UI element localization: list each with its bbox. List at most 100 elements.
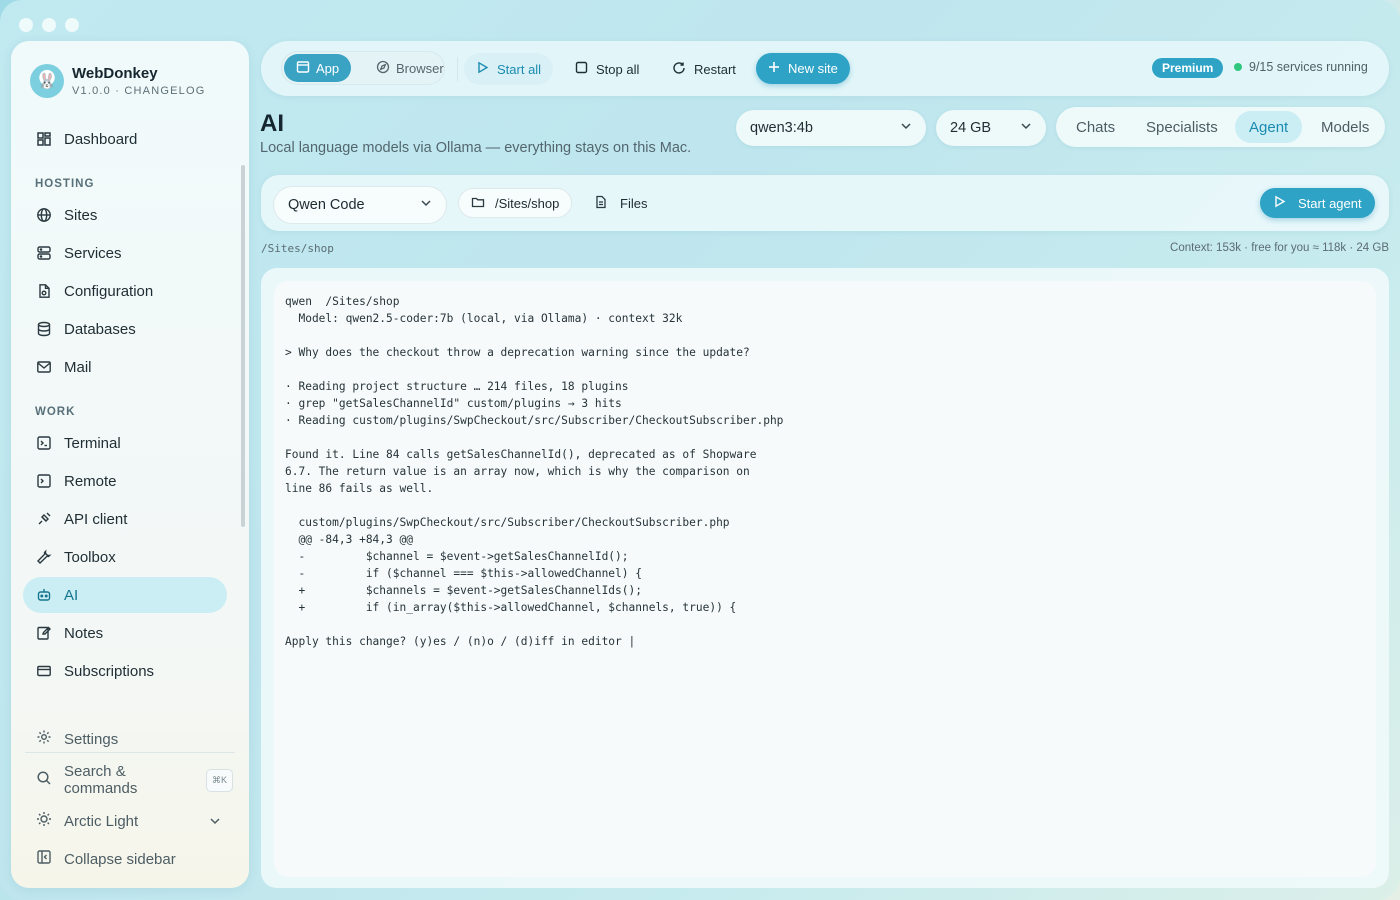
tab-agent[interactable]: Agent	[1235, 111, 1303, 143]
server-icon	[36, 245, 52, 261]
settings-label: Settings	[64, 730, 119, 748]
sidebar-item-dashboard[interactable]: Dashboard	[23, 121, 227, 157]
agent-toolbar: Qwen Code /Sites/shop Files Start agent	[261, 175, 1389, 231]
start-all-label: Start all	[497, 61, 542, 77]
search-commands-label: Search & commands	[64, 763, 138, 797]
section-work: WORK	[35, 406, 76, 418]
restart-label: Restart	[694, 61, 736, 77]
refresh-icon	[672, 61, 686, 78]
toolbar: App Browser Start all Stop all Restart N…	[261, 41, 1389, 96]
terminal-line: · Reading custom/plugins/SwpCheckout/src…	[285, 414, 784, 427]
terminal-line: @@ -84,3 +84,3 @@	[285, 533, 413, 546]
chevron-down-icon	[1020, 120, 1032, 136]
terminal-line: - $channel = $event->getSalesChannelId()…	[285, 550, 629, 563]
sidebar-item-label: Sites	[64, 206, 98, 224]
window-icon	[296, 60, 310, 77]
restart-button[interactable]: Restart	[660, 53, 748, 85]
memory-select[interactable]: 24 GB	[936, 110, 1046, 146]
file-icon	[594, 195, 608, 212]
robot-icon	[36, 587, 52, 603]
sidebar-item-configuration[interactable]: Configuration	[23, 273, 227, 309]
chevron-down-icon	[900, 120, 912, 136]
start-all-button[interactable]: Start all	[464, 53, 554, 85]
dashboard-icon	[36, 131, 52, 147]
sidebar-item-ai[interactable]: AI	[23, 577, 227, 613]
app-view-button[interactable]: App	[284, 54, 352, 82]
terminal-line: custom/plugins/SwpCheckout/src/Subscribe…	[285, 516, 730, 529]
tab-chats[interactable]: Chats	[1062, 111, 1129, 143]
collapse-sidebar-button[interactable]: Collapse sidebar	[23, 842, 233, 876]
start-agent-label: Start agent	[1298, 195, 1362, 211]
terminal-line: - if ($channel === $this->allowedChannel…	[285, 567, 642, 580]
agent-terminal[interactable]: qwen /Sites/shop Model: qwen2.5-coder:7b…	[274, 281, 1376, 877]
new-site-button[interactable]: New site	[756, 53, 850, 84]
sidebar-item-notes[interactable]: Notes	[23, 615, 227, 651]
terminal-icon	[36, 435, 52, 451]
sun-icon	[36, 811, 52, 831]
sidebar-item-label: Databases	[64, 320, 136, 338]
notes-icon	[36, 625, 52, 641]
search-commands-button[interactable]: Search & commands ⌘K	[23, 763, 233, 797]
sidebar: 🐰 WebDonkey V1.0.0 · CHANGELOG Dashboard…	[11, 41, 249, 888]
browser-view-label: Browser	[396, 60, 444, 76]
sidebar-item-api-client[interactable]: API client	[23, 501, 227, 537]
memory-select-value: 24 GB	[950, 120, 992, 136]
stop-all-button[interactable]: Stop all	[563, 53, 651, 85]
database-icon	[36, 321, 52, 337]
context-info: Context: 153k · free for you ≈ 118k · 24…	[1170, 242, 1389, 254]
sidebar-item-label: Dashboard	[64, 130, 138, 148]
agent-tool-select[interactable]: Qwen Code	[273, 186, 447, 224]
sidebar-item-toolbox[interactable]: Toolbox	[23, 539, 227, 575]
working-directory: /Sites/shop	[261, 242, 334, 255]
sidebar-item-subscriptions[interactable]: Subscriptions	[23, 653, 227, 689]
search-icon	[36, 770, 52, 790]
sidebar-item-label: Subscriptions	[64, 662, 155, 680]
premium-badge: Premium	[1152, 58, 1224, 78]
close-window-button[interactable]	[19, 18, 33, 32]
model-select[interactable]: qwen3:4b	[736, 110, 926, 146]
zoom-window-button[interactable]	[65, 18, 79, 32]
sidebar-item-mail[interactable]: Mail	[23, 349, 227, 385]
theme-selector[interactable]: Arctic Light	[23, 804, 233, 838]
settings-button[interactable]: Settings	[23, 722, 233, 756]
mail-icon	[36, 359, 52, 375]
play-icon	[1273, 195, 1286, 211]
minimize-window-button[interactable]	[42, 18, 56, 32]
browser-view-button[interactable]: Browser	[364, 54, 456, 82]
brand-version[interactable]: V1.0.0 · CHANGELOG	[72, 85, 205, 97]
terminal-line: > Why does the checkout throw a deprecat…	[285, 346, 750, 359]
sidebar-item-databases[interactable]: Databases	[23, 311, 227, 347]
plus-icon	[768, 61, 780, 76]
sidebar-item-label: Toolbox	[64, 548, 116, 566]
sidebar-item-label: API client	[64, 510, 128, 528]
chevron-down-icon	[209, 814, 221, 831]
app-view-label: App	[316, 60, 340, 76]
sidebar-item-terminal[interactable]: Terminal	[23, 425, 227, 461]
sidebar-item-label: Configuration	[64, 282, 154, 300]
start-agent-button[interactable]: Start agent	[1260, 188, 1375, 218]
wrench-icon	[36, 549, 52, 565]
app-window: 🐰 WebDonkey V1.0.0 · CHANGELOG Dashboard…	[0, 0, 1400, 900]
sidebar-item-remote[interactable]: Remote	[23, 463, 227, 499]
new-site-label: New site	[788, 61, 838, 76]
sidebar-item-label: Notes	[64, 624, 104, 642]
services-status: 9/15 services running	[1234, 60, 1368, 74]
terminal-line: Found it. Line 84 calls getSalesChannelI…	[285, 448, 757, 461]
donkey-logo-icon: 🐰	[30, 64, 64, 98]
chevron-down-icon	[420, 197, 432, 213]
tab-models[interactable]: Models	[1307, 111, 1383, 143]
sidebar-item-services[interactable]: Services	[23, 235, 227, 271]
project-path-button[interactable]: /Sites/shop	[458, 188, 573, 218]
agent-tool-value: Qwen Code	[288, 197, 365, 213]
sidebar-item-sites[interactable]: Sites	[23, 197, 227, 233]
files-button[interactable]: Files	[594, 188, 647, 218]
brand[interactable]: 🐰 WebDonkey V1.0.0 · CHANGELOG	[30, 64, 205, 98]
terminal-line: · grep "getSalesChannelId" custom/plugin…	[285, 397, 622, 410]
tab-specialists[interactable]: Specialists	[1132, 111, 1232, 143]
terminal-line: Model: qwen2.5-coder:7b (local, via Olla…	[285, 312, 683, 325]
sidebar-scrollbar[interactable]	[241, 165, 245, 527]
terminal-line: + if (in_array($this->allowedChannel, $c…	[285, 601, 737, 614]
